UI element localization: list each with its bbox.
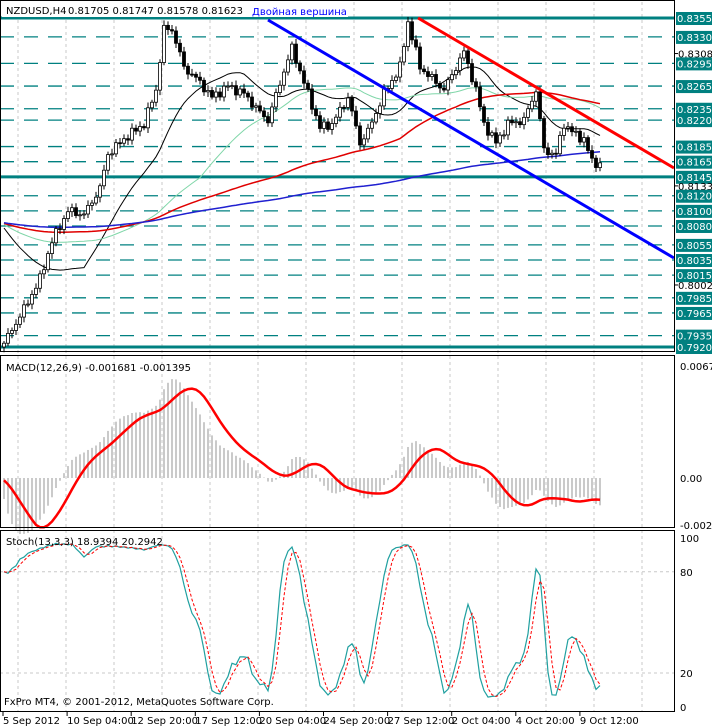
time-axis-label: 12 Sep 20:00 [131, 716, 198, 727]
stoch-axis-label: 80 [680, 568, 693, 579]
price-axis-label: 0.80350 [677, 256, 712, 267]
candle [406, 16, 410, 52]
copyright-label: FxPro MT4, © 2001-2012, MetaQuotes Softw… [4, 697, 274, 708]
time-axis-label: 9 Oct 12:00 [580, 716, 639, 727]
stoch-axis-label: 20 [680, 669, 693, 680]
time-axis-label: 24 Sep 20:00 [324, 716, 391, 727]
price-axis-label: 0.81200 [677, 192, 712, 203]
candle [542, 115, 546, 153]
candle [46, 250, 50, 273]
candle [482, 103, 486, 126]
time-axis-label: 5 Sep 2012 [3, 716, 60, 727]
stoch-title: Stoch(13,3,3) 18.9394 20.2942 [6, 537, 163, 548]
macd-axis-label: 0.00 [680, 474, 702, 485]
price-axis-label: 0.79650 [677, 309, 712, 320]
symbol-label: NZDUSD,H4 [6, 6, 66, 17]
price-axis-label: 0.81000 [677, 207, 712, 218]
double-top-annotation[interactable]: Двойная вершина [252, 7, 347, 18]
macd-axis-label: -0.00284 [680, 521, 712, 532]
mt4-chart[interactable]: 0.835500.833000.830800.829500.826500.823… [0, 0, 712, 727]
macd-axis-label: 0.00679 [680, 362, 712, 373]
stoch-axis-label: 0 [680, 703, 686, 714]
price-axis-label: 0.80800 [677, 222, 712, 233]
time-axis-label: 4 Oct 20:00 [516, 716, 575, 727]
candle [54, 225, 58, 247]
price-axis-label: 0.82650 [677, 82, 712, 93]
ohlc-values: 0.81705 0.81747 0.81578 0.81623 [68, 6, 243, 17]
price-axis-label: 0.80020 [678, 281, 712, 292]
price-axis-label: 0.81850 [677, 143, 712, 154]
time-axis-label: 2 Oct 04:00 [452, 716, 511, 727]
stoch-axis-label: 100 [680, 534, 699, 545]
time-axis-label: 10 Sep 04:00 [67, 716, 134, 727]
price-axis-label: 0.80550 [677, 241, 712, 252]
candle [402, 43, 406, 66]
time-axis-label: 20 Sep 04:00 [259, 716, 326, 727]
time-axis-label: 27 Sep 12:00 [388, 716, 455, 727]
price-axis-label: 0.82200 [677, 116, 712, 127]
price-axis-label: 0.79850 [677, 294, 712, 305]
candle [162, 20, 166, 66]
price-axis-label: 0.82950 [677, 59, 712, 70]
price-axis-label: 0.83300 [677, 33, 712, 44]
candle [586, 135, 590, 154]
macd-title: MACD(12,26,9) -0.001681 -0.001395 [6, 363, 191, 374]
price-axis-label: 0.81650 [677, 158, 712, 169]
time-axis-label: 17 Sep 12:00 [195, 716, 262, 727]
price-axis-label: 0.79200 [677, 343, 712, 354]
price-axis-label: 0.83550 [677, 14, 712, 25]
candle [158, 59, 162, 96]
